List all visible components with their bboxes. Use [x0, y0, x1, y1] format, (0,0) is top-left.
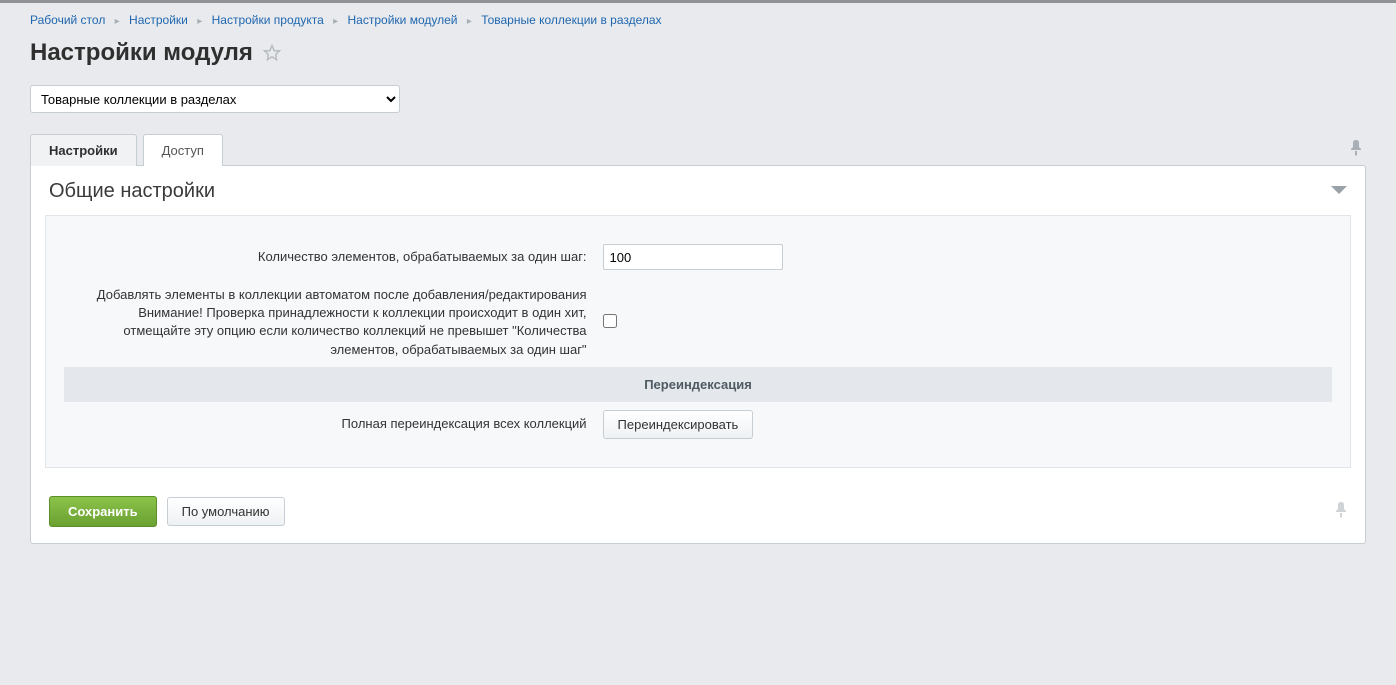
breadcrumb-item-settings[interactable]: Настройки	[129, 13, 188, 27]
row-reindex: Полная переиндексация всех коллекций Пер…	[64, 402, 1332, 447]
breadcrumb: Рабочий стол ▸ Настройки ▸ Настройки про…	[30, 3, 1366, 39]
page-title: Настройки модуля	[30, 39, 253, 67]
breadcrumb-item-product-settings[interactable]: Настройки продукта	[212, 13, 324, 27]
settings-panel: Общие настройки Количество элементов, об…	[30, 165, 1366, 544]
auto-add-label: Добавлять элементы в коллекции автоматом…	[64, 278, 597, 367]
step-count-label: Количество элементов, обрабатываемых за …	[64, 236, 597, 278]
reindex-label: Полная переиндексация всех коллекций	[64, 402, 597, 447]
save-button[interactable]: Сохранить	[49, 496, 157, 527]
breadcrumb-item-desktop[interactable]: Рабочий стол	[30, 13, 105, 27]
auto-add-checkbox[interactable]	[603, 314, 617, 328]
chevron-right-icon: ▸	[197, 16, 202, 27]
tab-access[interactable]: Доступ	[143, 134, 223, 166]
reindex-heading: Переиндексация	[64, 367, 1332, 402]
chevron-down-icon[interactable]	[1331, 184, 1347, 199]
breadcrumb-item-module-settings[interactable]: Настройки модулей	[348, 13, 458, 27]
row-reindex-heading: Переиндексация	[64, 367, 1332, 402]
tab-settings[interactable]: Настройки	[30, 134, 137, 166]
chevron-right-icon: ▸	[115, 16, 120, 27]
star-icon[interactable]	[263, 44, 281, 62]
chevron-right-icon: ▸	[333, 16, 338, 27]
pin-icon[interactable]	[1346, 134, 1366, 165]
module-select[interactable]: Товарные коллекции в разделах	[30, 85, 400, 113]
pin-icon[interactable]	[1335, 502, 1347, 521]
default-button[interactable]: По умолчанию	[167, 497, 285, 526]
section-body: Количество элементов, обрабатываемых за …	[45, 215, 1351, 468]
chevron-right-icon: ▸	[467, 16, 472, 27]
step-count-input[interactable]	[603, 244, 783, 270]
section-title: Общие настройки	[49, 180, 215, 203]
row-auto-add: Добавлять элементы в коллекции автоматом…	[64, 278, 1332, 367]
breadcrumb-item-collections[interactable]: Товарные коллекции в разделах	[481, 13, 661, 27]
reindex-button[interactable]: Переиндексировать	[603, 410, 754, 439]
row-step-count: Количество элементов, обрабатываемых за …	[64, 236, 1332, 278]
